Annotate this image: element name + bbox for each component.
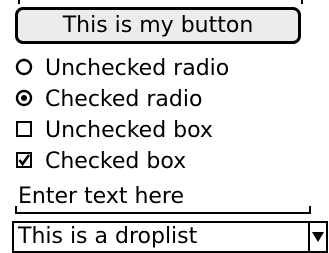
radio-checked[interactable]: Checked radio — [15, 85, 202, 115]
checkbox-checked-label: Checked box — [45, 149, 187, 174]
text-input[interactable]: Enter text here — [15, 184, 311, 214]
radio-checked-icon — [15, 89, 33, 107]
radio-checked-label: Checked radio — [45, 87, 203, 112]
checkbox-unchecked[interactable]: Unchecked box — [15, 116, 213, 146]
droplist-select[interactable]: This is a droplist — [12, 221, 328, 253]
clipped-widget-edge — [18, 0, 303, 4]
radio-unchecked-icon — [15, 58, 33, 76]
checkbox-checked-icon — [15, 151, 33, 169]
droplist-selected-value: This is a droplist — [18, 224, 198, 249]
my-button[interactable]: This is my button — [15, 7, 301, 44]
radio-unchecked[interactable]: Unchecked radio — [15, 54, 229, 84]
checkbox-checked[interactable]: Checked box — [15, 147, 186, 177]
droplist-toggle[interactable] — [308, 223, 326, 251]
radio-unchecked-label: Unchecked radio — [45, 56, 230, 81]
checkbox-unchecked-label: Unchecked box — [45, 118, 213, 143]
triangle-down-icon — [312, 232, 324, 242]
checkbox-unchecked-icon — [15, 120, 33, 138]
